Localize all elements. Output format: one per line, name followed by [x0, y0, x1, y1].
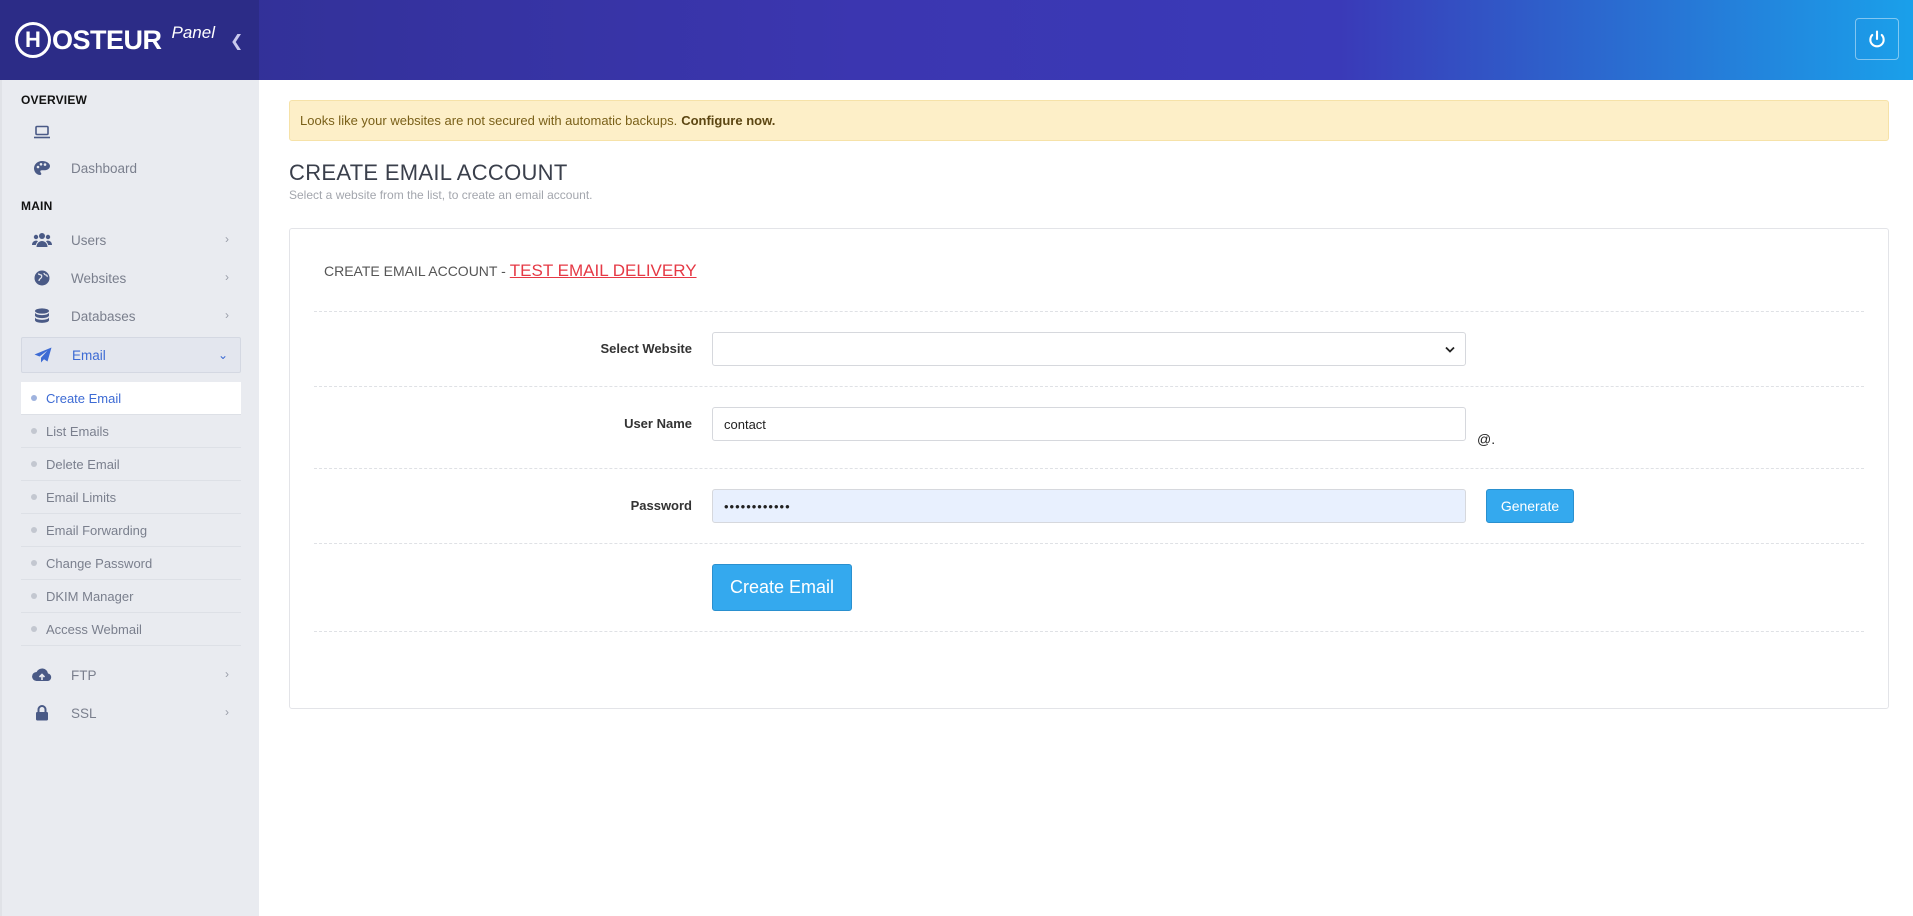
- chevron-left-icon[interactable]: ❮: [230, 31, 243, 51]
- chevron-down-icon: [1445, 346, 1455, 353]
- bullet-dot: [31, 593, 37, 599]
- power-button[interactable]: [1855, 18, 1899, 60]
- password-label: Password: [630, 498, 692, 513]
- panel-label: Panel: [171, 23, 215, 42]
- divider: [314, 468, 1864, 469]
- divider: [314, 386, 1864, 387]
- cloud-upload-icon: [32, 665, 52, 685]
- bullet-dot: [31, 560, 37, 566]
- divider: [314, 311, 1864, 312]
- chevron-right-icon: ›: [225, 667, 229, 681]
- backup-alert: Looks like your websites are not secured…: [289, 100, 1889, 141]
- chevron-right-icon: ›: [225, 232, 229, 246]
- bullet-dot: [31, 527, 37, 533]
- submenu-list-emails[interactable]: List Emails: [21, 415, 241, 448]
- sidebar-item-overview-device[interactable]: [21, 114, 241, 150]
- configure-now-link[interactable]: Configure now.: [681, 113, 775, 128]
- divider: [314, 631, 1864, 632]
- submenu-access-webmail[interactable]: Access Webmail: [21, 613, 241, 646]
- select-website-label: Select Website: [600, 341, 692, 356]
- palette-icon: [32, 158, 52, 178]
- sidebar-item-ssl[interactable]: SSL ›: [21, 695, 241, 731]
- submenu-dkim-manager[interactable]: DKIM Manager: [21, 580, 241, 613]
- sidebar-section-overview: OVERVIEW: [21, 93, 88, 107]
- chevron-right-icon: ›: [225, 705, 229, 719]
- select-website-dropdown[interactable]: [712, 332, 1466, 366]
- page-subtitle: Select a website from the list, to creat…: [289, 188, 593, 202]
- logo-text: OSTEUR: [52, 24, 162, 55]
- divider: [314, 543, 1864, 544]
- bullet-dot: [31, 626, 37, 632]
- globe-icon: [32, 268, 52, 288]
- alert-message: Looks like your websites are not secured…: [300, 113, 678, 128]
- sidebar-section-main: MAIN: [21, 199, 53, 213]
- chevron-right-icon: ›: [225, 308, 229, 322]
- bullet-dot: [31, 428, 37, 434]
- sidebar-item-dashboard[interactable]: Dashboard: [21, 150, 241, 186]
- sidebar-item-websites[interactable]: Websites ›: [21, 260, 241, 296]
- top-bar: H OSTEUR Panel ❮: [0, 0, 1913, 80]
- submenu-create-email[interactable]: Create Email: [21, 382, 241, 415]
- page-title: CREATE EMAIL ACCOUNT: [289, 160, 568, 185]
- paper-plane-icon: [33, 345, 53, 365]
- logo-h-icon: H: [15, 22, 51, 58]
- card-header: CREATE EMAIL ACCOUNT - TEST EMAIL DELIVE…: [324, 261, 697, 281]
- users-icon: [32, 230, 52, 250]
- username-input[interactable]: contact: [712, 407, 1466, 441]
- domain-suffix: @.: [1477, 431, 1496, 447]
- create-email-card: CREATE EMAIL ACCOUNT - TEST EMAIL DELIVE…: [289, 228, 1889, 709]
- brand-logo[interactable]: H OSTEUR Panel: [0, 0, 259, 80]
- sidebar-item-email[interactable]: Email ⌄: [21, 337, 241, 373]
- lock-icon: [32, 703, 52, 723]
- submenu-delete-email[interactable]: Delete Email: [21, 448, 241, 481]
- sidebar-item-databases[interactable]: Databases ›: [21, 298, 241, 334]
- username-label: User Name: [624, 416, 692, 431]
- create-email-button[interactable]: Create Email: [712, 564, 852, 611]
- bullet-dot: [31, 494, 37, 500]
- laptop-icon: [32, 122, 52, 142]
- submenu-change-password[interactable]: Change Password: [21, 547, 241, 580]
- bullet-dot: [31, 395, 37, 401]
- power-icon: [1869, 30, 1885, 48]
- bullet-dot: [31, 461, 37, 467]
- chevron-down-icon: ⌄: [217, 348, 228, 362]
- test-email-delivery-link[interactable]: TEST EMAIL DELIVERY: [510, 261, 697, 281]
- chevron-right-icon: ›: [225, 270, 229, 284]
- submenu-email-limits[interactable]: Email Limits: [21, 481, 241, 514]
- sidebar: OVERVIEW Dashboard MAIN Users › Websites…: [0, 80, 259, 916]
- sidebar-item-ftp[interactable]: FTP ›: [21, 657, 241, 693]
- password-input[interactable]: ••••••••••••: [712, 489, 1466, 523]
- sidebar-item-users[interactable]: Users ›: [21, 222, 241, 258]
- submenu-email-forwarding[interactable]: Email Forwarding: [21, 514, 241, 547]
- generate-button[interactable]: Generate: [1486, 489, 1574, 523]
- email-submenu: Create Email List Emails Delete Email Em…: [21, 382, 241, 646]
- database-icon: [32, 306, 52, 326]
